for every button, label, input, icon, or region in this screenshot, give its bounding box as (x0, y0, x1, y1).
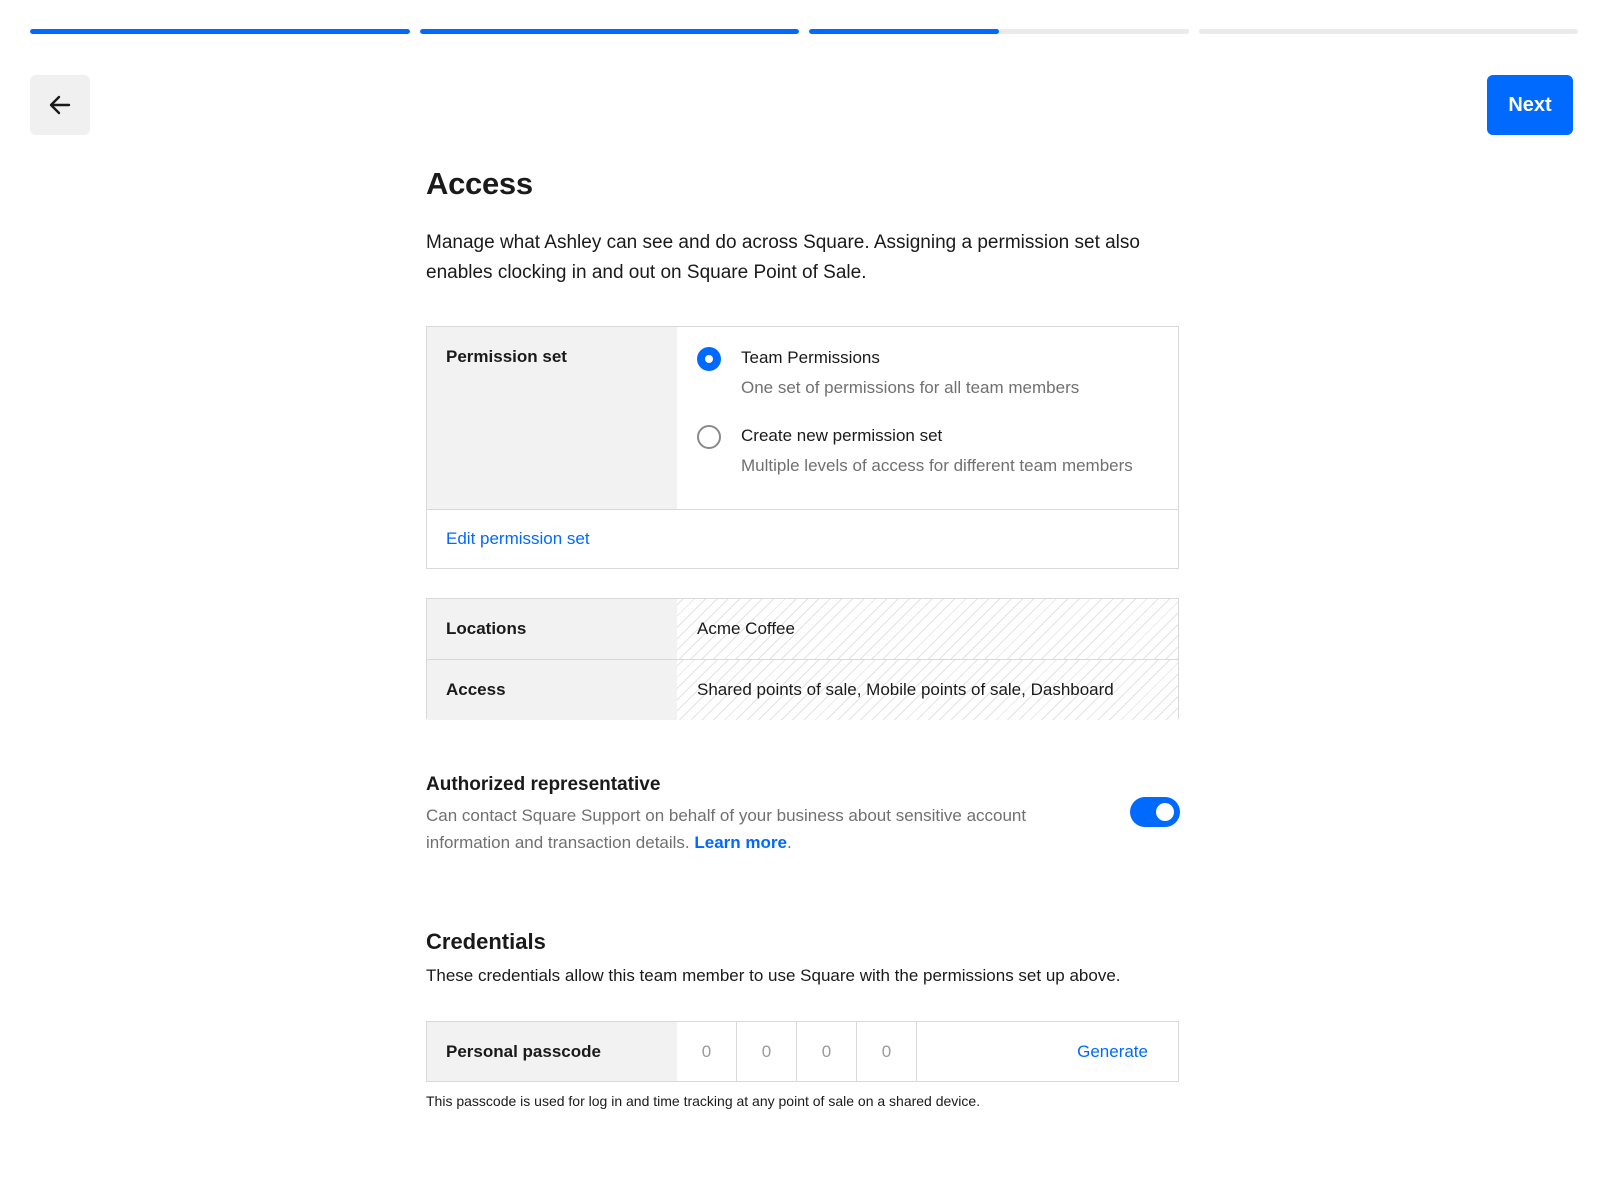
page-title: Access (426, 166, 533, 201)
radio-button-selected[interactable] (697, 347, 721, 371)
progress-segment-2 (419, 29, 799, 34)
permission-option-team[interactable]: Team Permissions One set of permissions … (697, 346, 1158, 400)
passcode-digit[interactable]: 0 (677, 1022, 737, 1081)
progress-segment-4 (1198, 29, 1578, 34)
option-title: Create new permission set (741, 426, 943, 445)
passcode-digit[interactable]: 0 (797, 1022, 857, 1081)
page-intro: Manage what Ashley can see and do across… (426, 232, 1140, 283)
permission-options: Team Permissions One set of permissions … (677, 327, 1178, 509)
passcode-digit[interactable]: 0 (737, 1022, 797, 1081)
progress-fill (419, 29, 799, 34)
progress-fill (30, 29, 410, 34)
locations-row: Locations Acme Coffee (427, 599, 1178, 659)
credentials-description: These credentials allow this team member… (426, 966, 1121, 985)
progress-fill (809, 29, 999, 34)
authorized-representative-title: Authorized representative (426, 774, 661, 795)
locations-value: Acme Coffee (677, 599, 1178, 659)
locations-label: Locations (427, 599, 677, 659)
passcode-label: Personal passcode (427, 1022, 677, 1081)
access-label: Access (427, 660, 677, 720)
edit-permission-set-link[interactable]: Edit permission set (427, 510, 1178, 568)
progress-segment-1 (30, 29, 410, 34)
progress-bar (30, 29, 1578, 35)
passcode-note: This passcode is used for log in and tim… (426, 1093, 981, 1109)
permission-option-create-new[interactable]: Create new permission set Multiple level… (697, 424, 1158, 478)
radio-button[interactable] (697, 425, 721, 449)
option-description: Multiple levels of access for different … (741, 456, 1133, 475)
access-value: Shared points of sale, Mobile points of … (677, 660, 1178, 720)
generate-button[interactable]: Generate (1077, 1042, 1148, 1062)
passcode-digit[interactable]: 0 (857, 1022, 917, 1081)
back-button[interactable] (30, 75, 90, 135)
learn-more-link[interactable]: Learn more (694, 833, 787, 852)
arrow-left-icon (49, 95, 71, 115)
progress-segment-3 (809, 29, 1189, 34)
credentials-title: Credentials (426, 929, 546, 954)
option-description: One set of permissions for all team memb… (741, 378, 1080, 397)
authorized-representative-description: Can contact Square Support on behalf of … (426, 802, 1066, 856)
next-button[interactable]: Next (1487, 75, 1573, 135)
period: . (786, 833, 792, 852)
authorized-representative-section: Authorized representative Can contact Sq… (426, 772, 1180, 856)
option-title: Team Permissions (741, 348, 880, 367)
authorized-representative-toggle[interactable] (1130, 797, 1180, 827)
access-info-table: Locations Acme Coffee Access Shared poin… (426, 598, 1179, 720)
passcode-card: Personal passcode 0 0 0 0 Generate (426, 1021, 1179, 1082)
permission-set-label: Permission set (427, 327, 677, 509)
access-row: Access Shared points of sale, Mobile poi… (427, 659, 1178, 720)
permission-set-card: Permission set Team Permissions One set … (426, 326, 1179, 569)
